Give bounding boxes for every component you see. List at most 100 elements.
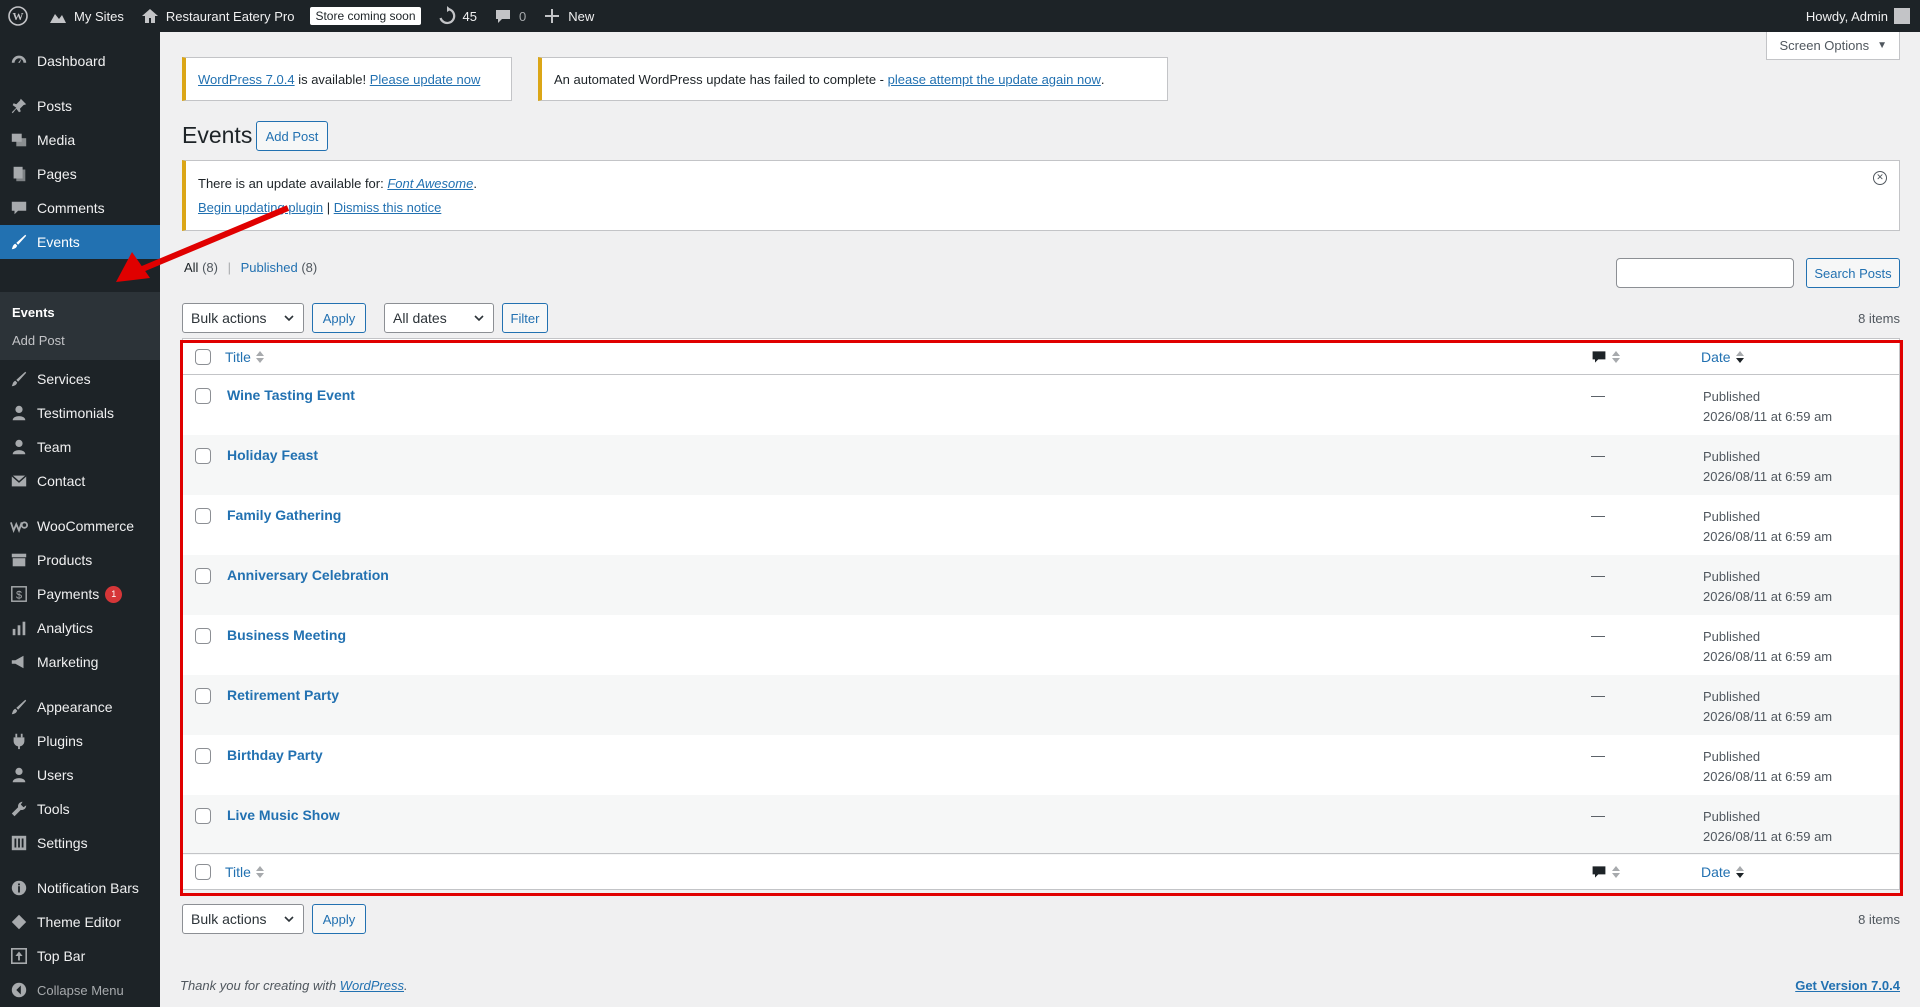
row-title-link[interactable]: Live Music Show <box>227 807 340 823</box>
font-awesome-link[interactable]: Font Awesome <box>387 176 473 191</box>
sidebar-item-marketing[interactable]: Marketing <box>0 645 160 679</box>
row-title-link[interactable]: Anniversary Celebration <box>227 567 389 583</box>
row-title-link[interactable]: Wine Tasting Event <box>227 387 355 403</box>
site-name-menu[interactable]: Restaurant Eatery Pro <box>132 0 303 32</box>
row-title-link[interactable]: Holiday Feast <box>227 447 318 463</box>
sidebar-item-settings[interactable]: Settings <box>0 826 160 860</box>
sidebar-item-media[interactable]: Media <box>0 123 160 157</box>
wordpress-link[interactable]: WordPress <box>340 978 404 993</box>
sidebar-item-services[interactable]: Services <box>0 362 160 396</box>
title-column-header[interactable]: Title <box>225 349 265 365</box>
select-all-checkbox[interactable] <box>195 349 211 365</box>
sidebar-item-notification-bars[interactable]: Notification Bars <box>0 871 160 905</box>
row-checkbox[interactable] <box>195 808 211 824</box>
date-column-footer[interactable]: Date <box>1701 864 1745 880</box>
sidebar-item-pages[interactable]: Pages <box>0 157 160 191</box>
row-checkbox[interactable] <box>195 628 211 644</box>
table-row: Live Music Show — Published 2026/08/11 at… <box>183 795 1899 855</box>
chevron-down-icon <box>284 315 294 322</box>
begin-updating-plugin-link[interactable]: Begin updating plugin <box>198 200 323 215</box>
sidebar-item-events[interactable]: Events <box>0 225 160 259</box>
sidebar-item-analytics[interactable]: Analytics <box>0 611 160 645</box>
collapse-menu-button[interactable]: Collapse Menu <box>0 973 160 1007</box>
sidebar-item-products[interactable]: Products <box>0 543 160 577</box>
close-icon[interactable]: ✕ <box>1873 171 1887 185</box>
filter-published-label: Published <box>240 260 298 275</box>
row-title-link[interactable]: Business Meeting <box>227 627 346 643</box>
megaphone-icon <box>9 652 29 672</box>
sidebar-item-top-bar[interactable]: Top Bar <box>0 939 160 973</box>
my-sites-menu[interactable]: My Sites <box>40 0 132 32</box>
sidebar-item-plugins[interactable]: Plugins <box>0 724 160 758</box>
date-column-label: Date <box>1701 863 1731 880</box>
row-checkbox[interactable] <box>195 568 211 584</box>
dismiss-notice-link[interactable]: Dismiss this notice <box>334 200 442 215</box>
updates-menu[interactable]: 45 <box>429 0 485 32</box>
posts-table: Title Date Wine Tasting Event — Publishe… <box>182 338 1900 890</box>
comments-column-footer[interactable] <box>1591 864 1621 880</box>
sidebar-item-team[interactable]: Team <box>0 430 160 464</box>
add-post-button[interactable]: Add Post <box>256 121 328 151</box>
submenu-item-events[interactable]: Events <box>12 305 55 320</box>
filter-button[interactable]: Filter <box>502 303 548 333</box>
bulk-actions-select-bottom[interactable]: Bulk actions <box>182 904 304 934</box>
attempt-update-again-link[interactable]: please attempt the update again now <box>888 72 1101 87</box>
collapse-label: Collapse Menu <box>37 982 124 998</box>
row-date: 2026/08/11 at 6:59 am <box>1703 529 1833 544</box>
filter-all-link[interactable]: All (8) <box>184 260 218 275</box>
search-posts-button[interactable]: Search Posts <box>1806 258 1900 288</box>
row-title-link[interactable]: Retirement Party <box>227 687 339 703</box>
plugin-update-actions: Begin updating plugin | Dismiss this not… <box>198 200 1887 215</box>
row-date-cell: Published 2026/08/11 at 6:59 am <box>1703 687 1832 727</box>
row-checkbox[interactable] <box>195 448 211 464</box>
sidebar-item-dashboard[interactable]: Dashboard <box>0 44 160 78</box>
filter-published-link[interactable]: Published (8) <box>241 260 318 275</box>
row-checkbox[interactable] <box>195 688 211 704</box>
sidebar-item-woocommerce[interactable]: WooCommerce <box>0 509 160 543</box>
mail-icon <box>9 471 29 491</box>
sidebar-item-contact[interactable]: Contact <box>0 464 160 498</box>
title-column-footer[interactable]: Title <box>225 864 265 880</box>
howdy-text: Howdy, Admin <box>1805 8 1888 24</box>
submenu-item-add-post[interactable]: Add Post <box>12 333 65 348</box>
row-checkbox[interactable] <box>195 748 211 764</box>
apply-button[interactable]: Apply <box>312 303 366 333</box>
new-content-menu[interactable]: New <box>534 0 602 32</box>
row-status: Published <box>1703 629 1761 644</box>
sidebar-item-posts[interactable]: Posts <box>0 89 160 123</box>
comments-menu[interactable]: 0 <box>485 0 534 32</box>
bulk-actions-select[interactable]: Bulk actions <box>182 303 304 333</box>
sidebar-item-theme-editor[interactable]: Theme Editor <box>0 905 160 939</box>
row-checkbox[interactable] <box>195 388 211 404</box>
my-account-menu[interactable]: Howdy, Admin <box>1806 8 1920 24</box>
date-column-header[interactable]: Date <box>1701 349 1745 365</box>
row-title-link[interactable]: Family Gathering <box>227 507 341 523</box>
filter-published-count: (8) <box>301 260 318 275</box>
select-all-checkbox-footer[interactable] <box>195 864 211 880</box>
get-version-link[interactable]: Get Version 7.0.4 <box>1795 978 1900 993</box>
screen-options-button[interactable]: Screen Options ▼ <box>1766 32 1900 60</box>
sidebar-item-payments[interactable]: $ Payments 1 <box>0 577 160 611</box>
sort-icon <box>1612 350 1620 363</box>
admin-sidebar: Dashboard Posts Media Pages Comments Eve… <box>0 32 160 1007</box>
comments-column-header[interactable] <box>1591 349 1621 365</box>
title-column-label: Title <box>225 348 251 365</box>
please-update-now-link[interactable]: Please update now <box>370 72 481 87</box>
search-input[interactable] <box>1616 258 1794 288</box>
row-comments: — <box>1591 567 1605 583</box>
wordpress-version-link[interactable]: WordPress 7.0.4 <box>198 72 295 87</box>
sidebar-item-testimonials[interactable]: Testimonials <box>0 396 160 430</box>
row-checkbox[interactable] <box>195 508 211 524</box>
sidebar-item-comments[interactable]: Comments <box>0 191 160 225</box>
store-status[interactable]: Store coming soon <box>302 0 428 32</box>
sidebar-item-tools[interactable]: Tools <box>0 792 160 826</box>
payments-count-badge: 1 <box>105 585 123 603</box>
sidebar-item-users[interactable]: Users <box>0 758 160 792</box>
row-title-link[interactable]: Birthday Party <box>227 747 323 763</box>
brush-icon <box>9 697 29 717</box>
wordpress-logo-icon[interactable]: W <box>0 0 40 32</box>
date-filter-select[interactable]: All dates <box>384 303 494 333</box>
apply-button-bottom[interactable]: Apply <box>312 904 366 934</box>
sidebar-item-appearance[interactable]: Appearance <box>0 690 160 724</box>
row-comments: — <box>1591 627 1605 643</box>
